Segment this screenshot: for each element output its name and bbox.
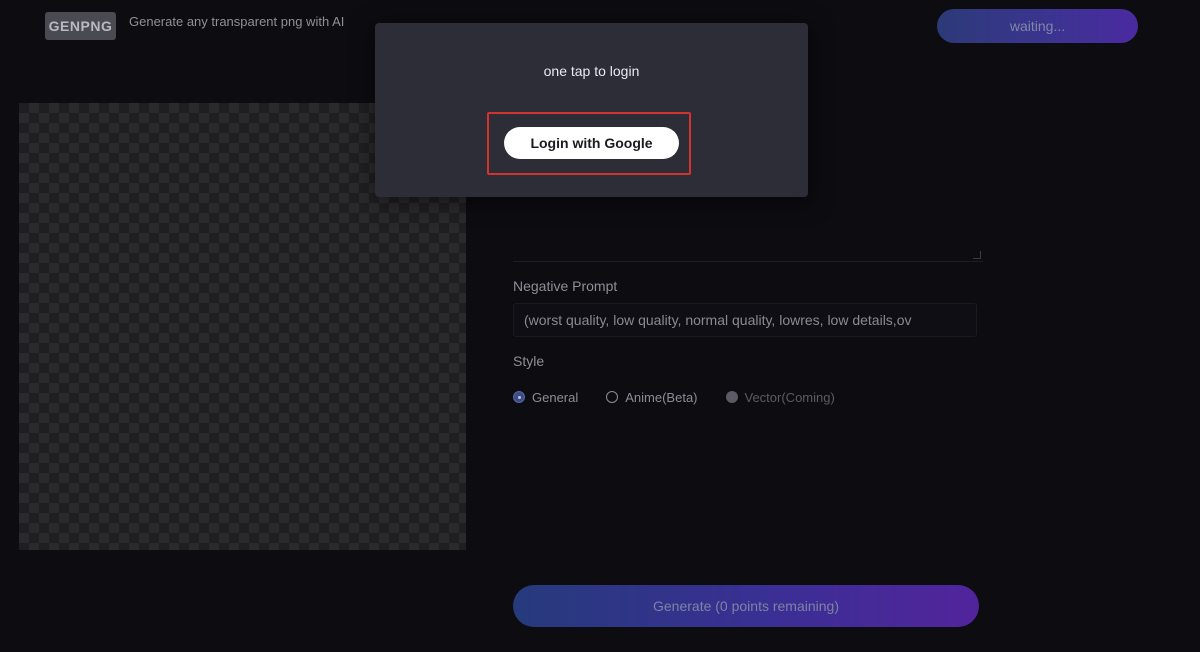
radio-selected-icon <box>513 391 525 403</box>
modal-title: one tap to login <box>543 63 640 79</box>
resize-handle-icon[interactable] <box>973 251 981 259</box>
style-label: Style <box>513 353 545 369</box>
page: GENPNG Generate any transparent png with… <box>0 0 1200 652</box>
radio-disabled-icon <box>725 391 738 403</box>
generate-button[interactable]: Generate (0 points remaining) <box>513 585 979 627</box>
style-option-general[interactable]: General <box>513 390 578 405</box>
radio-unselected-icon <box>606 391 619 403</box>
status-button[interactable]: waiting... <box>937 9 1138 43</box>
login-with-google-button[interactable]: Login with Google <box>504 127 679 159</box>
style-option-label: Vector(Coming) <box>744 389 835 405</box>
negative-prompt-label: Negative Prompt <box>513 278 618 294</box>
style-option-vector: Vector(Coming) <box>725 389 835 405</box>
style-option-label: Anime(Beta) <box>625 389 698 405</box>
negative-prompt-input[interactable]: (worst quality, low quality, normal qual… <box>513 303 977 337</box>
style-radio-group: General Anime(Beta) Vector(Coming) <box>513 388 863 406</box>
login-modal: one tap to login Login with Google <box>375 23 808 197</box>
style-option-anime[interactable]: Anime(Beta) <box>606 389 698 405</box>
style-option-label: General <box>532 389 579 405</box>
tagline: Generate any transparent png with AI <box>129 14 345 29</box>
logo[interactable]: GENPNG <box>45 12 116 40</box>
prompt-textarea[interactable] <box>513 192 983 262</box>
